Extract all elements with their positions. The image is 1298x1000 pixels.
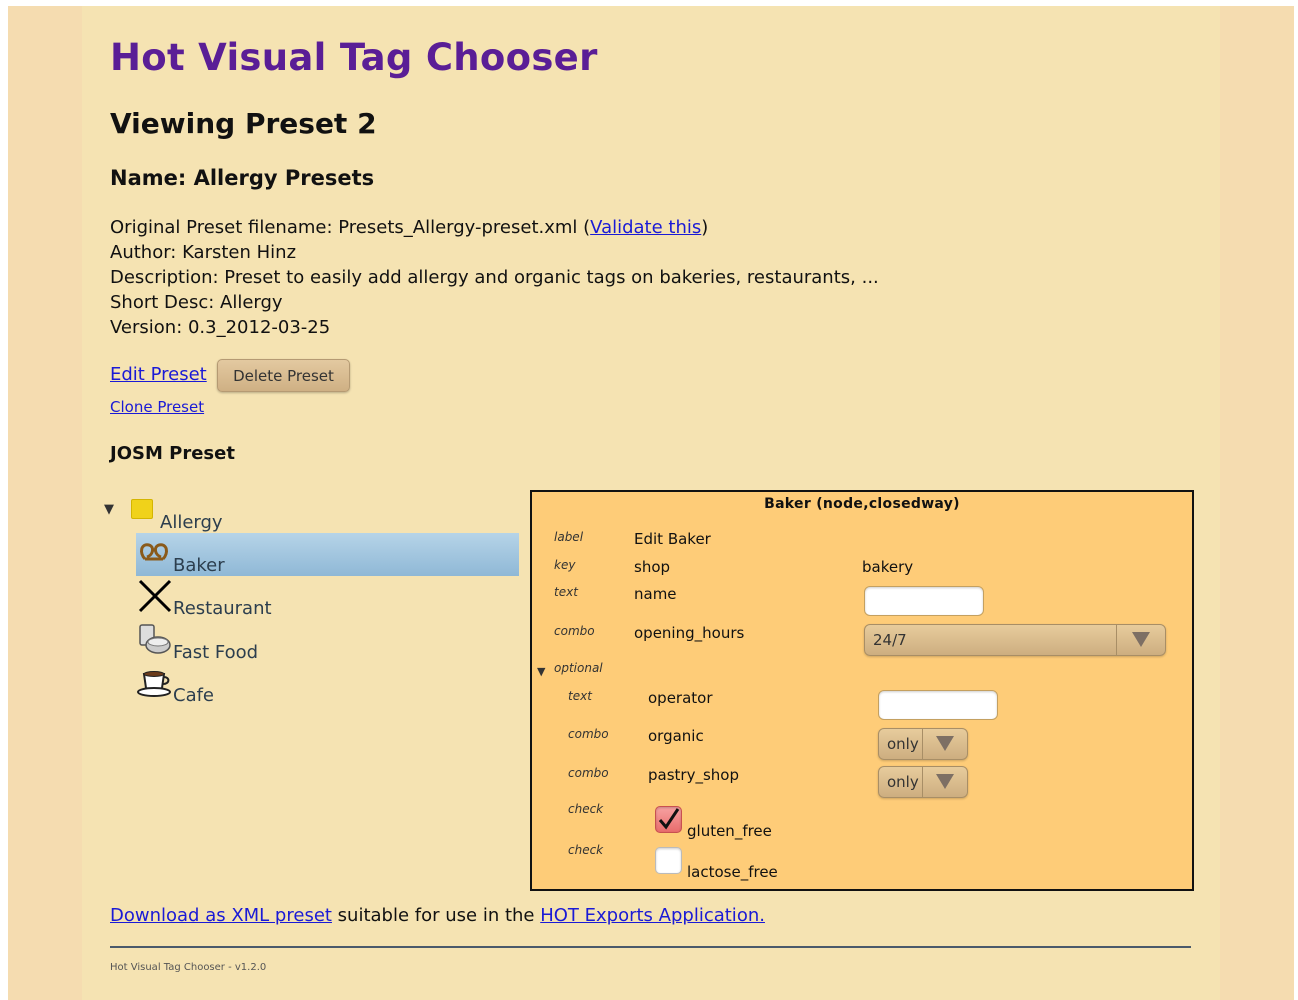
preset-meta: Original Preset filename: Presets_Allerg… [110,215,879,340]
viewing-heading: Viewing Preset 2 [110,107,377,140]
operator-input[interactable] [878,690,998,720]
tree-group-allergy[interactable]: Allergy [160,512,223,533]
pastry-shop-name: pastry_shop [648,766,739,784]
chevron-down-icon [936,736,954,751]
clone-preset-link[interactable]: Clone Preset [110,398,204,416]
edit-preset-link[interactable]: Edit Preset [110,364,207,385]
preset-name: Name: Allergy Presets [110,166,375,190]
delete-preset-button[interactable]: Delete Preset [217,359,350,392]
row-type-combo: combo [568,727,609,741]
label-value: Edit Baker [634,530,711,548]
chevron-down-icon [936,774,954,789]
gluten-free-label: gluten_free [687,822,772,840]
key-name: shop [634,558,671,576]
row-type-text: text [554,585,578,599]
key-value: bakery [862,558,914,576]
organic-name: organic [648,727,704,745]
tree-item-cafe[interactable]: Cafe [173,685,214,706]
optional-toggle-arrow-icon[interactable]: ▼ [537,665,545,678]
download-line: Download as XML preset suitable for use … [110,905,765,926]
fork-knife-icon [138,579,172,613]
checkmark-icon [658,808,680,830]
opening-hours-select[interactable]: 24/7 [864,624,1166,656]
description-line: Description: Preset to easily add allerg… [110,267,879,288]
text-name: name [634,585,677,603]
josm-preset-heading: JOSM Preset [110,443,235,464]
preset-preview-panel: Baker (node,closedway) label Edit Baker … [530,490,1194,891]
optional-label[interactable]: optional [554,661,603,675]
row-type-check: check [568,843,604,857]
tree-item-fast-food[interactable]: Fast Food [173,642,258,663]
combo-name: opening_hours [634,624,745,642]
footer-version: Hot Visual Tag Chooser - v1.2.0 [110,962,267,973]
row-type-key: key [554,558,576,572]
validate-link[interactable]: Validate this [590,217,701,238]
page-title: Hot Visual Tag Chooser [110,36,598,79]
gluten-free-checkbox[interactable] [655,806,682,833]
fast-food-icon [139,624,171,654]
operator-name: operator [648,689,713,707]
folder-icon [131,499,153,519]
chevron-down-icon [1132,632,1150,647]
footer-divider [110,946,1191,948]
collapse-arrow-icon[interactable]: ▼ [104,502,114,517]
lactose-free-checkbox[interactable] [655,847,682,874]
pretzel-icon [140,543,168,561]
coffee-cup-icon [137,671,171,697]
filename-line: Original Preset filename: Presets_Allerg… [110,217,709,238]
author-line: Author: Karsten Hinz [110,242,297,263]
download-xml-link[interactable]: Download as XML preset [110,905,332,926]
row-type-text: text [568,689,592,703]
row-type-label: label [554,530,584,544]
lactose-free-label: lactose_free [687,863,778,881]
tree-item-baker[interactable]: Baker [173,555,225,576]
pastry-shop-select[interactable]: only [878,766,968,798]
row-type-check: check [568,802,604,816]
organic-select[interactable]: only [878,728,968,760]
short-desc-line: Short Desc: Allergy [110,292,283,313]
tree-item-restaurant[interactable]: Restaurant [173,598,272,619]
row-type-combo: combo [568,766,609,780]
panel-title: Baker (node,closedway) [764,496,960,512]
version-line: Version: 0.3_2012-03-25 [110,317,331,338]
name-input[interactable] [864,586,984,616]
hot-exports-link[interactable]: HOT Exports Application. [540,905,765,926]
row-type-combo: combo [554,624,595,638]
